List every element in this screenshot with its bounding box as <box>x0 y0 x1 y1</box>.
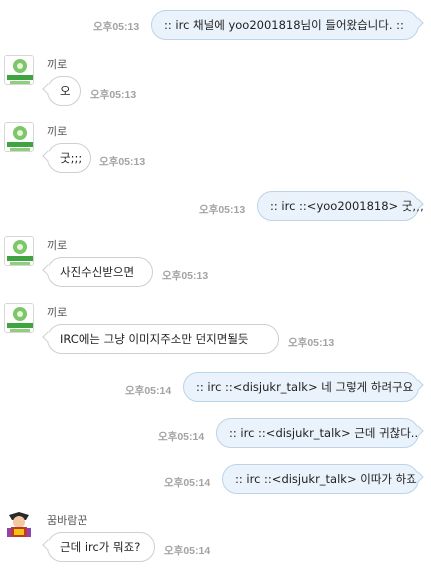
timestamp: 오후05:14 <box>158 431 205 443</box>
timestamp: 오후05:14 <box>125 385 172 397</box>
message-bubble[interactable]: 근데 irc가 뭐죠? <box>47 532 155 562</box>
message-bubble[interactable]: :: irc ::<disjukr_talk> 근데 귀찮다.. <box>216 418 419 448</box>
timestamp: 오후05:13 <box>288 337 335 349</box>
avatar[interactable] <box>4 303 34 333</box>
message-bubble[interactable]: :: irc 채널에 yoo2001818님이 들어왔습니다. :: <box>151 10 419 40</box>
sender-name: 끼로 <box>47 125 68 138</box>
sender-name: 끼로 <box>47 306 68 319</box>
character-avatar-icon <box>4 511 34 541</box>
avatar-image-icon <box>5 56 33 84</box>
sender-name: 끼로 <box>47 58 68 71</box>
sender-name: 끼로 <box>47 239 68 252</box>
message-bubble[interactable]: 굿;;; <box>47 143 91 173</box>
avatar[interactable] <box>4 122 34 152</box>
message-bubble[interactable]: :: irc ::<yoo2001818> 굿;;; <box>257 191 424 221</box>
message-bubble[interactable]: 사진수신받으면 <box>47 257 153 287</box>
avatar-image-icon <box>5 237 33 265</box>
avatar[interactable] <box>4 55 34 85</box>
timestamp: 오후05:13 <box>90 89 137 101</box>
timestamp: 오후05:13 <box>199 204 246 216</box>
timestamp: 오후05:13 <box>162 270 209 282</box>
avatar[interactable] <box>4 236 34 266</box>
sender-name: 꿈바람꾼 <box>47 514 88 527</box>
message-bubble[interactable]: :: irc ::<disjukr_talk> 네 그렇게 하려구요 <box>183 372 419 402</box>
avatar-image-icon <box>5 123 33 151</box>
avatar-image-icon <box>5 304 33 332</box>
message-bubble[interactable]: IRC에는 그냥 이미지주소만 던지면될듯 <box>47 324 279 354</box>
timestamp: 오후05:14 <box>164 545 211 557</box>
timestamp: 오후05:14 <box>164 477 211 489</box>
message-bubble[interactable]: 오 <box>47 76 81 106</box>
avatar[interactable] <box>4 511 34 541</box>
message-bubble[interactable]: :: irc ::<disjukr_talk> 이따가 하죠 <box>222 464 419 494</box>
timestamp: 오후05:13 <box>93 21 140 33</box>
timestamp: 오후05:13 <box>99 156 146 168</box>
